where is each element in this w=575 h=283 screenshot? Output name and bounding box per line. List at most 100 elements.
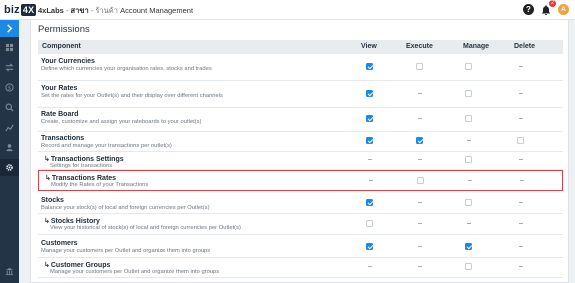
sub-item-arrow-icon: ↳ (44, 262, 50, 269)
view-checkbox[interactable] (366, 137, 373, 144)
permission-row-your-currencies: Your Currencies Define which currencies y… (38, 55, 563, 81)
users-icon (6, 144, 13, 152)
delete-not-applicable: – (519, 156, 523, 163)
execute-checkbox[interactable] (416, 63, 423, 70)
delete-checkbox[interactable] (517, 137, 524, 144)
permission-name: ↳Customer Groups (44, 261, 110, 269)
sub-item-arrow-icon: ↳ (44, 218, 50, 225)
breadcrumb-separator: - (65, 6, 69, 15)
notifications-button[interactable]: 2 (540, 0, 556, 15)
delete-not-applicable: – (519, 90, 523, 97)
permission-description: View your historical of stock(s) of loca… (50, 225, 241, 231)
execute-checkbox[interactable] (416, 137, 423, 144)
permission-description: Set the rates for your Outlet(s) and the… (41, 93, 223, 99)
view-cell (366, 90, 374, 98)
sidebar-item-search[interactable] (0, 99, 19, 116)
manage-checkbox[interactable] (465, 263, 472, 270)
permission-row-transactions-settings: ↳Transactions Settings Settings for trans… (38, 152, 563, 170)
execute-not-applicable: – (418, 199, 422, 206)
delete-not-applicable: – (519, 263, 523, 270)
sidebar-item-reports[interactable] (0, 119, 19, 136)
sidebar-item-dashboard[interactable] (0, 39, 19, 56)
bank-icon (5, 267, 14, 276)
chevron-right-icon (7, 24, 13, 33)
column-header-delete: Delete (514, 43, 536, 50)
permission-name-text: Rate Board (41, 111, 79, 118)
manage-not-applicable: – (467, 220, 471, 227)
column-header-view: View (361, 43, 377, 50)
permission-row-rate-board: Rate Board Create, customize and assign y… (38, 108, 563, 132)
breadcrumb-page: Account Management (120, 6, 194, 15)
sidebar-toggle[interactable] (0, 20, 19, 37)
view-checkbox[interactable] (366, 199, 373, 206)
view-checkbox[interactable] (366, 63, 373, 70)
sidebar-item-money[interactable]: $ (0, 79, 19, 96)
help-icon[interactable]: ? (523, 3, 534, 15)
sidebar-item-users[interactable] (0, 139, 19, 156)
table-header: Component View Execute Manage Delete (38, 40, 563, 54)
execute-not-applicable: – (418, 263, 422, 270)
money-icon: $ (5, 83, 14, 92)
view-not-applicable: – (368, 156, 372, 163)
view-checkbox[interactable] (366, 243, 373, 250)
view-cell (366, 115, 374, 123)
permission-name: Rate Board (41, 111, 78, 118)
view-cell (366, 220, 374, 228)
manage-not-applicable: – (468, 177, 472, 184)
permission-name-text: Customer Groups (50, 262, 111, 269)
view-checkbox[interactable] (366, 90, 373, 97)
manage-cell (465, 263, 473, 271)
permission-name: ↳Transactions Rates (45, 174, 116, 182)
permission-name-text: Transactions Rates (51, 175, 117, 182)
view-checkbox[interactable] (366, 115, 373, 122)
permission-description: Manage your customers per Outlet and org… (50, 269, 220, 275)
view-cell (366, 199, 374, 207)
view-checkbox[interactable] (366, 220, 373, 227)
manage-checkbox[interactable] (465, 156, 472, 163)
view-cell (366, 137, 374, 145)
permission-description: Balance your stock(s) of local and forei… (41, 205, 210, 211)
permission-name-text: Stocks (41, 197, 64, 204)
sidebar-item-bank[interactable] (0, 263, 19, 280)
permission-name-text: Stocks History (50, 218, 100, 225)
permissions-panel: Permissions Component View Execute Manag… (30, 20, 569, 283)
permission-name: Customers (41, 240, 78, 247)
delete-not-applicable: – (519, 243, 523, 250)
permission-name: Your Currencies (41, 58, 95, 65)
sidebar-item-exchange[interactable] (0, 59, 19, 76)
execute-checkbox[interactable] (417, 177, 424, 184)
gear-icon (6, 164, 13, 171)
exchange-icon (5, 63, 14, 72)
manage-not-applicable: – (467, 137, 471, 144)
logo-text: biz (4, 4, 20, 16)
permission-row-customers: Customers Manage your customers per Outle… (38, 237, 563, 258)
delete-cell (517, 137, 525, 145)
view-not-applicable: – (369, 177, 373, 184)
manage-checkbox[interactable] (465, 63, 472, 70)
permission-name-text: Your Currencies (41, 58, 95, 65)
breadcrumb: 4xLabs - สาขา - ร้านค้า Account Manageme… (38, 5, 193, 17)
permission-name-text: Customers (41, 240, 78, 247)
execute-cell (416, 137, 424, 145)
execute-not-applicable: – (418, 115, 422, 122)
execute-not-applicable: – (418, 243, 422, 250)
execute-not-applicable: – (418, 220, 422, 227)
sidebar-item-settings[interactable] (0, 159, 19, 176)
permission-description: Record and manage your transactions per … (41, 143, 172, 149)
permission-row-transactions-rates: ↳Transactions Rates Modify the Rates of y… (38, 170, 563, 191)
avatar[interactable]: A (558, 3, 569, 15)
breadcrumb-org[interactable]: 4xLabs (38, 6, 64, 15)
manage-checkbox[interactable] (465, 90, 472, 97)
manage-checkbox[interactable] (465, 199, 472, 206)
delete-not-applicable: – (520, 177, 524, 184)
manage-checkbox[interactable] (465, 243, 472, 250)
manage-cell (465, 156, 473, 164)
logo[interactable]: biz 4X (4, 2, 37, 18)
permission-row-stocks: Stocks Balance your stock(s) of local and… (38, 194, 563, 214)
delete-not-applicable: – (519, 199, 523, 206)
execute-cell (417, 177, 425, 185)
sub-item-arrow-icon: ↳ (45, 175, 51, 182)
manage-checkbox[interactable] (465, 115, 472, 122)
execute-not-applicable: – (418, 156, 422, 163)
breadcrumb-branch[interactable]: สาขา (71, 6, 89, 15)
